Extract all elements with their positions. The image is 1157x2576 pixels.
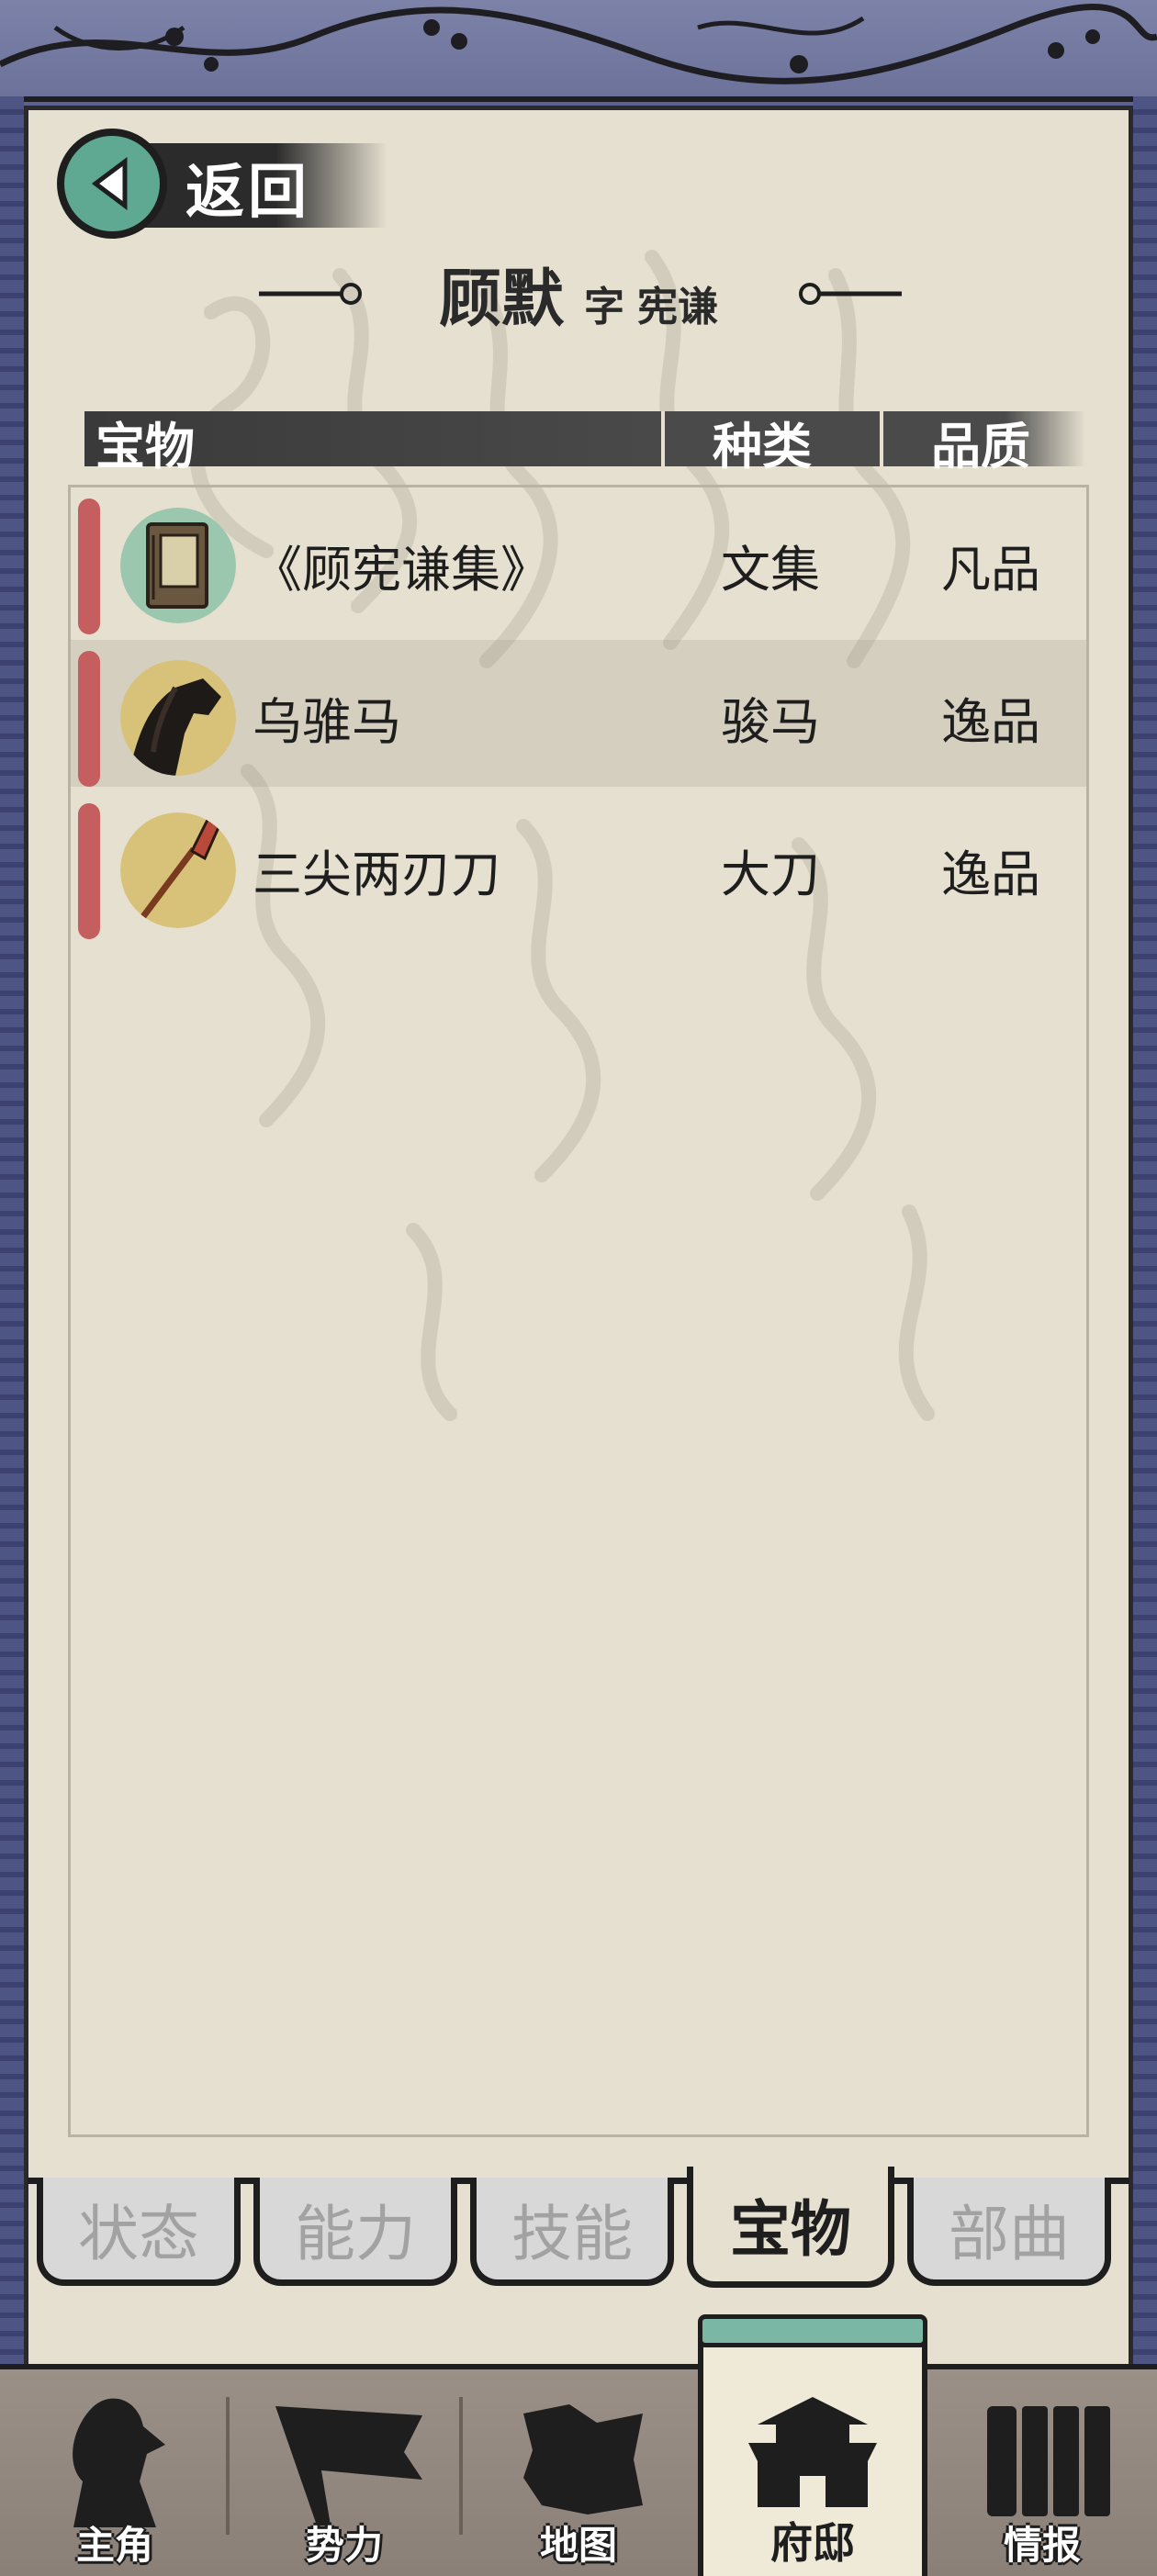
header-divider (880, 411, 883, 466)
item-type: 文集 (721, 541, 820, 599)
item-type: 大刀 (721, 846, 820, 903)
nav-map[interactable]: 地图 (464, 2369, 693, 2576)
nav-label: 主角 (75, 2523, 153, 2568)
left-border (0, 96, 24, 2364)
list-item[interactable]: 三尖两刃刀 大刀 逸品 (71, 792, 1086, 939)
header-grade: 品质 (931, 418, 1030, 476)
nav-label: 情报 (1003, 2523, 1081, 2568)
item-name: 《顾宪谦集》 (253, 541, 550, 599)
nav-intel[interactable]: 情报 (927, 2369, 1157, 2576)
nav-mansion[interactable]: 府邸 (698, 2314, 927, 2576)
nav-label: 地图 (539, 2523, 617, 2568)
treasure-list: 《顾宪谦集》 文集 凡品 乌骓马 骏马 逸品 三尖两刃刀 大刀 逸品 (68, 485, 1089, 2137)
row-marker (78, 498, 100, 634)
list-item[interactable]: 乌骓马 骏马 逸品 (71, 640, 1086, 787)
tab-ability[interactable]: 能力 (253, 2178, 457, 2286)
blade-icon (120, 812, 236, 928)
list-item[interactable]: 《顾宪谦集》 文集 凡品 (71, 487, 1086, 634)
table-header: 宝物 种类 品质 (84, 411, 1085, 476)
page-title: 顾默字宪谦 (0, 248, 1157, 340)
back-button[interactable]: 返回 (57, 129, 388, 239)
tab-status[interactable]: 状态 (37, 2178, 241, 2286)
top-decorative-band (0, 0, 1157, 102)
hero-icon (73, 2398, 165, 2527)
tab-bar: 状态 能力 技能 宝物 部曲 (33, 2167, 1126, 2295)
header-type: 种类 (713, 418, 812, 476)
nav-hero[interactable]: 主角 (0, 2369, 230, 2576)
back-label: 返回 (185, 159, 310, 227)
banner-icon (275, 2406, 422, 2526)
item-grade: 逸品 (941, 693, 1040, 751)
horse-icon (120, 660, 236, 776)
scroll-icon (987, 2406, 1110, 2516)
book-icon (120, 508, 236, 623)
item-type: 骏马 (721, 693, 820, 751)
bottom-nav: 主角 势力 地图 府邸 情报 (0, 2314, 1157, 2576)
character-name: 顾默 (438, 263, 564, 336)
header-item: 宝物 (95, 418, 195, 476)
floral-pattern-icon (0, 4, 1157, 84)
mansion-icon (748, 2397, 877, 2507)
right-border (1133, 96, 1157, 2364)
nav-label: 府邸 (770, 2518, 855, 2568)
nav-label: 势力 (305, 2523, 383, 2568)
row-marker (78, 803, 100, 939)
nav-active-cap (698, 2314, 927, 2347)
zi-prefix: 字 (584, 284, 624, 330)
header-divider (661, 411, 665, 466)
item-grade: 逸品 (941, 846, 1040, 903)
tab-troops[interactable]: 部曲 (907, 2178, 1111, 2286)
item-grade: 凡品 (941, 541, 1040, 599)
tab-treasure[interactable]: 宝物 (687, 2167, 894, 2288)
row-marker (78, 651, 100, 787)
tab-skills[interactable]: 技能 (470, 2178, 674, 2286)
nav-faction[interactable]: 势力 (230, 2369, 459, 2576)
nav-divider (459, 2397, 463, 2535)
back-arrow-icon (57, 129, 167, 239)
map-icon (523, 2404, 643, 2514)
item-name: 三尖两刃刀 (253, 846, 500, 903)
styled-name: 宪谦 (637, 284, 718, 330)
item-name: 乌骓马 (253, 693, 401, 751)
